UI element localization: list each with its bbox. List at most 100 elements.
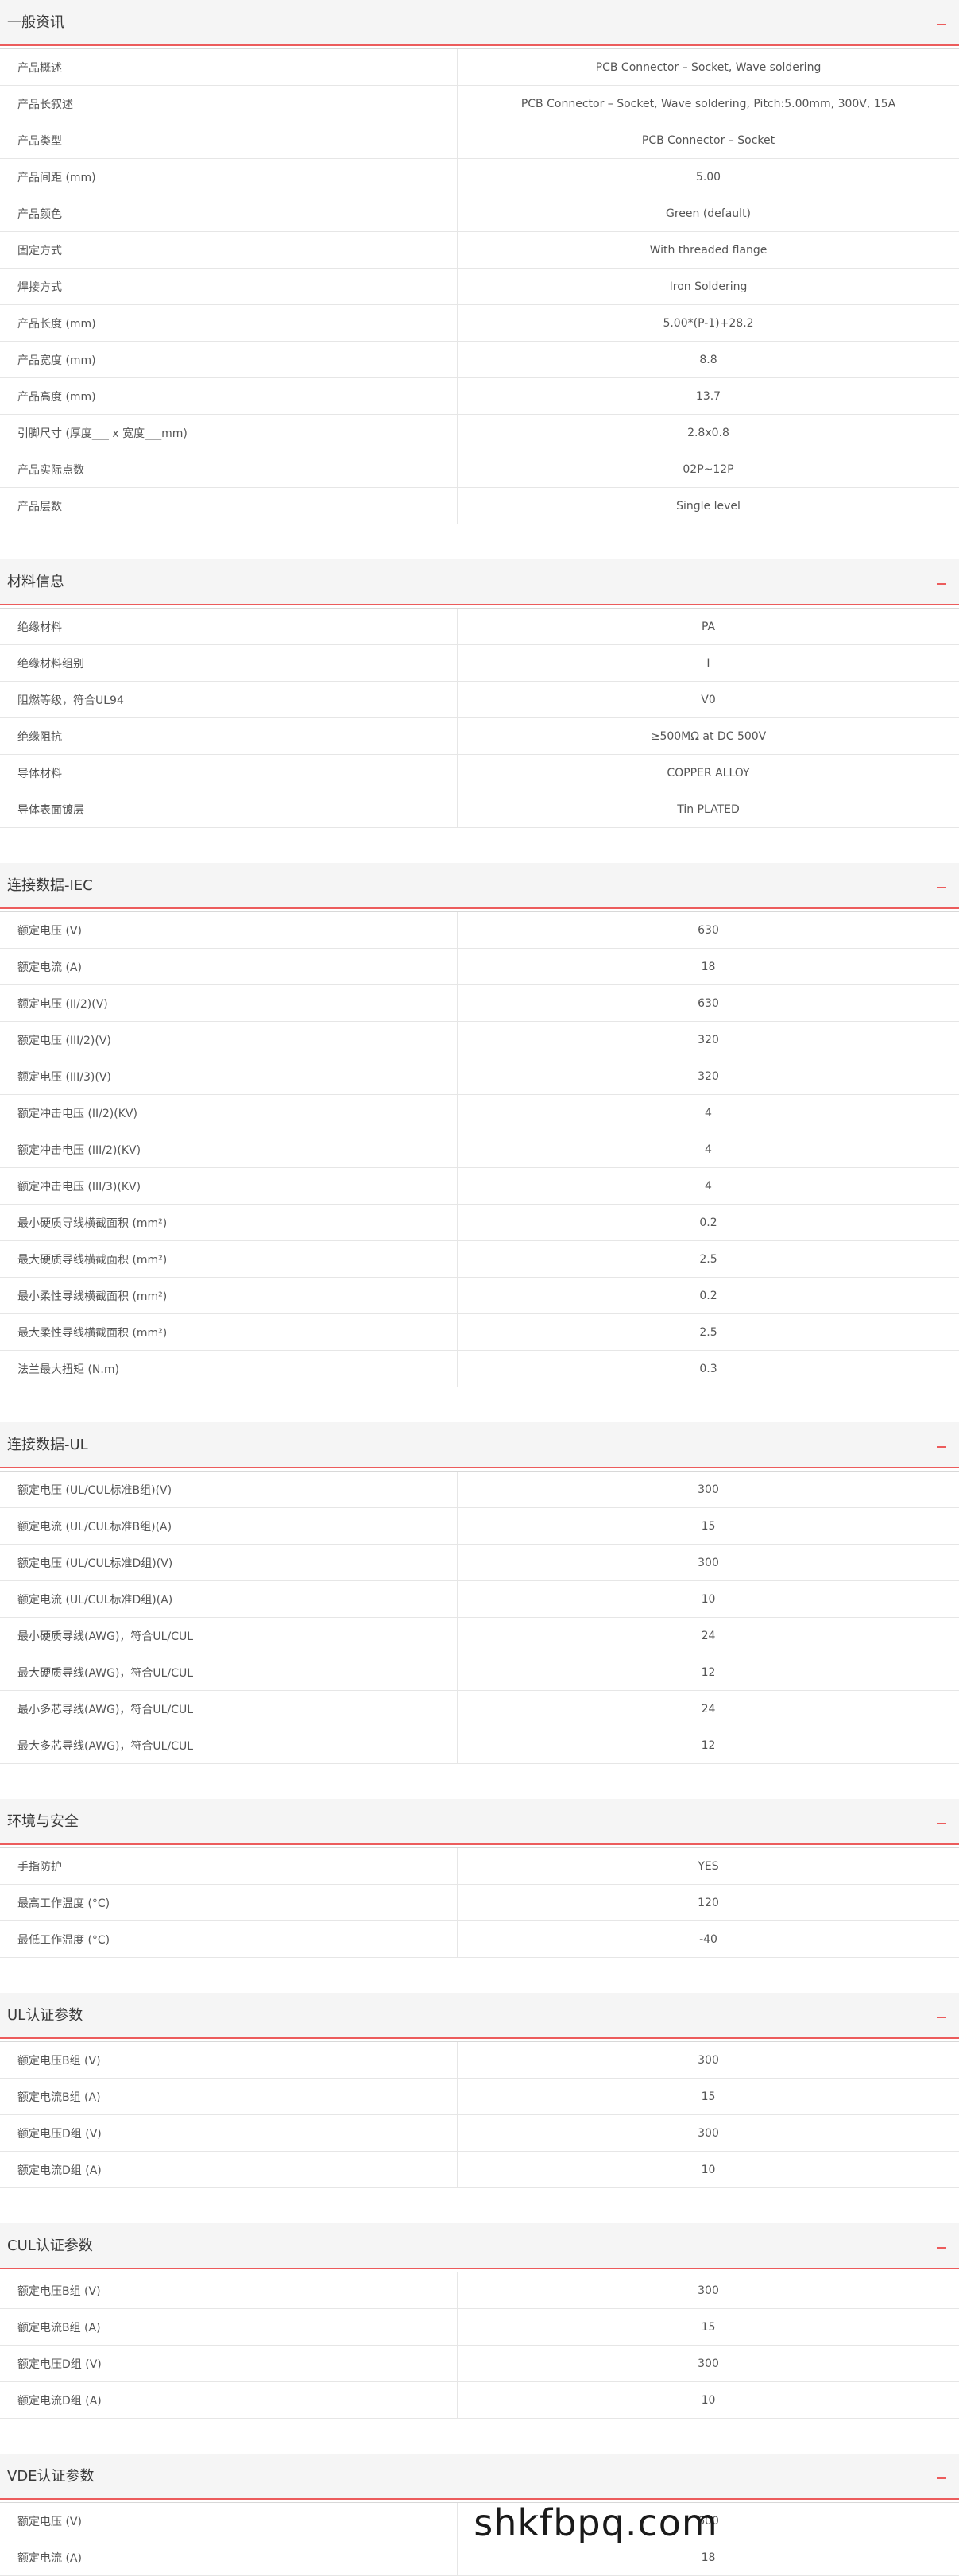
table-row: 额定电流B组 (A) 15 (0, 2079, 959, 2115)
minus-icon[interactable] (937, 887, 946, 888)
spec-value: PCB Connector – Socket, Wave soldering, … (520, 97, 896, 110)
table-row: 额定电压 (III/2)(V) 320 (0, 1022, 959, 1058)
section-spacer (0, 1958, 959, 1993)
spec-value: 15 (701, 2090, 716, 2103)
spec-value: 0.3 (699, 1362, 717, 1375)
spec-label: 产品颜色 (0, 195, 458, 231)
spec-section: 材料信息 绝缘材料 PA 绝缘材料组别 I 阻燃等级，符合UL94 V0 绝缘阻抗 ≥500MΩ… (0, 559, 959, 863)
minus-icon[interactable] (937, 2477, 946, 2479)
spec-label: 产品高度 (mm) (0, 378, 458, 414)
spec-value: 320 (698, 1069, 719, 1083)
spec-label: 最低工作温度 (°C) (0, 1921, 458, 1957)
spec-label: 额定电压B组 (V) (0, 2272, 458, 2308)
spec-value: 12 (701, 1665, 716, 1679)
table-row: 额定电流D组 (A) 10 (0, 2382, 959, 2419)
spec-value: 10 (701, 2393, 716, 2407)
section-spacer (0, 828, 959, 863)
minus-icon[interactable] (937, 2017, 946, 2018)
table-row: 最小多芯导线(AWG)，符合UL/CUL 24 (0, 1691, 959, 1727)
table-row: 额定电流 (UL/CUL标准B组)(A) 15 (0, 1508, 959, 1545)
spec-value: 18 (701, 2551, 716, 2564)
spec-value: 2.5 (699, 1252, 717, 1266)
table-row: 焊接方式 Iron Soldering (0, 269, 959, 305)
section-header[interactable]: 一般资讯 (0, 0, 959, 46)
spec-value: 5.00 (695, 170, 721, 184)
spec-label: 法兰最大扭矩 (N.m) (0, 1351, 458, 1387)
section-header[interactable]: 连接数据-IEC (0, 863, 959, 909)
spec-value: PCB Connector – Socket (641, 133, 775, 147)
minus-icon[interactable] (937, 583, 946, 585)
spec-label: 额定电流 (A) (0, 2539, 458, 2575)
section-header[interactable]: 连接数据-UL (0, 1422, 959, 1468)
spec-value: 4 (705, 1179, 712, 1193)
table-row: 绝缘阻抗 ≥500MΩ at DC 500V (0, 718, 959, 755)
spec-label: 绝缘材料组别 (0, 645, 458, 681)
spec-label: 额定电流D组 (A) (0, 2152, 458, 2187)
spec-value: 2.5 (699, 1325, 717, 1339)
minus-icon[interactable] (937, 1823, 946, 1824)
spec-value: 02P~12P (683, 462, 734, 476)
table-row: 额定电压 (III/3)(V) 320 (0, 1058, 959, 1095)
section-header[interactable]: VDE认证参数 (0, 2454, 959, 2500)
spec-value: 5.00*(P-1)+28.2 (663, 316, 754, 330)
spec-value: 0.2 (699, 1216, 717, 1229)
table-row: 额定电压 (UL/CUL标准D组)(V) 300 (0, 1545, 959, 1581)
table-row: 产品高度 (mm) 13.7 (0, 378, 959, 415)
spec-value: 630 (698, 996, 719, 1010)
spec-table: 额定电压 (V) 630 额定电流 (A) 18 额定电压 (II/2)(V) 630 额定… (0, 912, 959, 1387)
spec-value: 18 (701, 960, 716, 973)
spec-table: 手指防护 YES 最高工作温度 (°C) 120 最低工作温度 (°C) -40 (0, 1848, 959, 1958)
spec-value: 630 (698, 923, 719, 937)
section-header[interactable]: 环境与安全 (0, 1799, 959, 1845)
spec-label: 产品实际点数 (0, 451, 458, 487)
spec-value: 4 (705, 1106, 712, 1120)
minus-icon[interactable] (937, 24, 946, 25)
section-spacer (0, 2188, 959, 2223)
table-row: 导体表面镀层 Tin PLATED (0, 791, 959, 828)
spec-value: 10 (701, 1592, 716, 1606)
spec-value: 300 (698, 1483, 719, 1496)
table-row: 最低工作温度 (°C) -40 (0, 1921, 959, 1958)
spec-label: 额定冲击电压 (III/3)(KV) (0, 1168, 458, 1204)
spec-value: COPPER ALLOY (667, 766, 750, 779)
spec-label: 产品层数 (0, 488, 458, 524)
table-row: 最大硬质导线横截面积 (mm²) 2.5 (0, 1241, 959, 1278)
spec-value: Iron Soldering (669, 280, 748, 293)
spec-section: UL认证参数 额定电压B组 (V) 300 额定电流B组 (A) 15 额定电压D组 (V… (0, 1993, 959, 2223)
spec-value: -40 (699, 1932, 717, 1946)
spec-section: 一般资讯 产品概述 PCB Connector – Socket, Wave sol… (0, 0, 959, 559)
table-row: 手指防护 YES (0, 1848, 959, 1885)
section-title: CUL认证参数 (7, 2238, 93, 2254)
table-row: 额定电流D组 (A) 10 (0, 2152, 959, 2188)
minus-icon[interactable] (937, 2247, 946, 2249)
spec-value: Green (default) (665, 207, 752, 220)
table-row: 最小硬质导线(AWG)，符合UL/CUL 24 (0, 1618, 959, 1654)
table-row: 最大多芯导线(AWG)，符合UL/CUL 12 (0, 1727, 959, 1764)
spec-label: 产品概述 (0, 49, 458, 85)
spec-value: 120 (698, 1896, 719, 1909)
table-row: 产品长叙述 PCB Connector – Socket, Wave solder… (0, 86, 959, 122)
minus-icon[interactable] (937, 1446, 946, 1448)
spec-value: 300 (698, 2284, 719, 2297)
spec-table: 绝缘材料 PA 绝缘材料组别 I 阻燃等级，符合UL94 V0 绝缘阻抗 ≥500MΩ at … (0, 609, 959, 828)
spec-value: V0 (701, 693, 716, 706)
spec-value: 10 (701, 2163, 716, 2176)
spec-label: 产品宽度 (mm) (0, 342, 458, 377)
spec-value: 300 (698, 2126, 719, 2140)
table-row: 最高工作温度 (°C) 120 (0, 1885, 959, 1921)
table-row: 最大硬质导线(AWG)，符合UL/CUL 12 (0, 1654, 959, 1691)
spec-label: 额定冲击电压 (II/2)(KV) (0, 1095, 458, 1131)
spec-label: 焊接方式 (0, 269, 458, 304)
spec-label: 最小柔性导线横截面积 (mm²) (0, 1278, 458, 1313)
spec-section: 环境与安全 手指防护 YES 最高工作温度 (°C) 120 最低工作温度 (°C) -40 (0, 1799, 959, 1993)
spec-value: ≥500MΩ at DC 500V (650, 729, 767, 743)
spec-value: 4 (705, 1143, 712, 1156)
spec-label: 产品间距 (mm) (0, 159, 458, 195)
spec-value: 2.8x0.8 (687, 426, 729, 439)
spec-label: 额定电压D组 (V) (0, 2346, 458, 2381)
section-header[interactable]: CUL认证参数 (0, 2223, 959, 2269)
spec-value: I (706, 656, 710, 670)
table-row: 额定电流 (A) 18 (0, 949, 959, 985)
section-header[interactable]: 材料信息 (0, 559, 959, 605)
section-header[interactable]: UL认证参数 (0, 1993, 959, 2039)
